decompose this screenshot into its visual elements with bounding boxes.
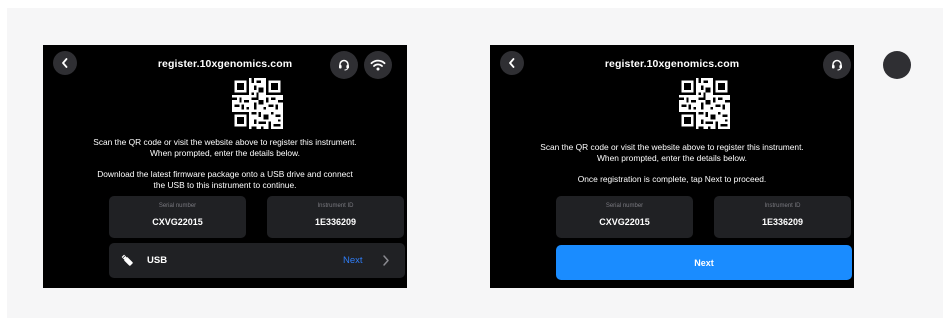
wifi-icon (370, 59, 386, 71)
register-instructions: Scan the QR code or visit the website ab… (510, 142, 834, 163)
proceed-instructions: Once registration is complete, tap Next … (510, 174, 834, 185)
usb-label: USB (147, 255, 168, 266)
usb-icon (121, 254, 133, 266)
instrument-id-value: 1E336209 (314, 217, 357, 227)
chevron-right-icon (383, 255, 389, 266)
serial-number-card: Serial number CXVG22015 (109, 196, 246, 238)
serial-number-value: CXVG22015 (152, 217, 203, 227)
support-button-visible[interactable] (823, 51, 851, 79)
serial-number-card: Serial number CXVG22015 (556, 196, 693, 238)
instructions-line-1: Scan the QR code or visit the website ab… (540, 142, 804, 152)
support-icon (339, 59, 349, 71)
firmware-line-1: Download the latest firmware package ont… (97, 169, 353, 179)
qr-code-icon (232, 78, 283, 129)
serial-number-label: Serial number (605, 203, 644, 209)
next-button[interactable]: Next (556, 245, 852, 280)
instrument-id-card: Instrument ID 1E336209 (267, 196, 404, 238)
firmware-line-2: the USB to this instrument to continue. (153, 179, 297, 190)
usb-row[interactable]: USB Next (109, 243, 405, 278)
instructions-line-1: Scan the QR code or visit the website ab… (93, 137, 357, 147)
registration-screen-next: register.10xgenomics.com Scan the QR cod… (490, 45, 911, 288)
firmware-instructions: Download the latest firmware package ont… (63, 169, 387, 190)
serial-number-label: Serial number (158, 203, 197, 209)
instructions-line-2: When prompted, enter the details below. (150, 147, 300, 158)
instructions-line-2: When prompted, enter the details below. (597, 152, 747, 163)
instrument-id-card: Instrument ID 1E336209 (714, 196, 851, 238)
instrument-id-value: 1E336209 (761, 217, 804, 227)
proceed-line-1: Once registration is complete, tap Next … (577, 174, 767, 184)
usb-next-link[interactable]: Next (343, 255, 363, 266)
support-button[interactable] (883, 51, 911, 79)
registration-screen-usb: register.10xgenomics.com Scan the QR cod… (43, 45, 407, 288)
register-instructions: Scan the QR code or visit the website ab… (63, 137, 387, 158)
serial-number-value: CXVG22015 (599, 217, 650, 227)
page-title: register.10xgenomics.com (604, 58, 740, 70)
instrument-id-label: Instrument ID (764, 203, 801, 209)
wifi-button[interactable] (364, 51, 392, 79)
support-button[interactable] (330, 51, 358, 79)
instrument-id-label: Instrument ID (317, 203, 354, 209)
qr-code-icon (679, 78, 730, 129)
support-icon (832, 59, 842, 71)
